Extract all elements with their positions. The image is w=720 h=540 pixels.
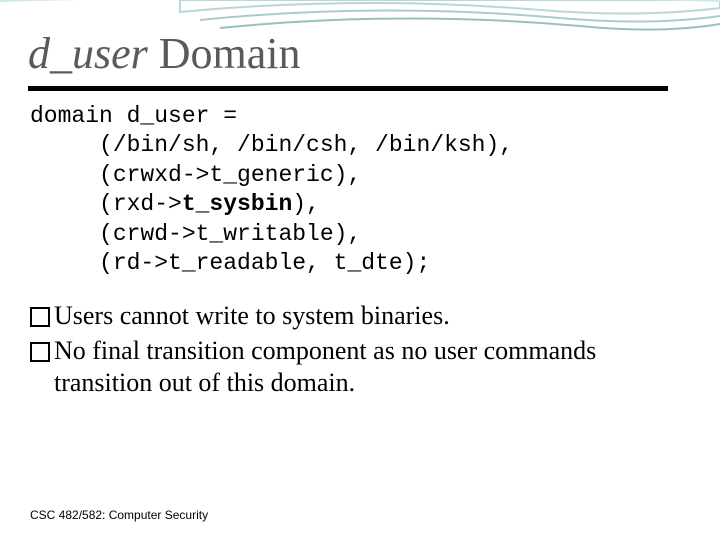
code-line-4-bold: t_sysbin	[182, 191, 292, 217]
title-italic: d_user	[28, 29, 148, 78]
code-line-4b: ),	[292, 191, 320, 217]
bullet-item: Users cannot write to system binaries.	[30, 300, 670, 333]
bullet-box-icon	[30, 342, 50, 362]
bullet-list: Users cannot write to system binaries. N…	[30, 300, 670, 402]
code-line-2: (/bin/sh, /bin/csh, /bin/ksh),	[30, 132, 513, 158]
code-line-1: domain d_user =	[30, 103, 237, 129]
slide-title: d_user Domain	[28, 28, 301, 79]
code-line-3: (crwxd->t_generic),	[30, 162, 361, 188]
bullet-box-icon	[30, 307, 50, 327]
code-line-6: (rd->t_readable, t_dte);	[30, 250, 430, 276]
code-line-4a: (rxd->	[30, 191, 182, 217]
bullet-text: No final transition component as no user…	[54, 335, 670, 400]
title-underline	[28, 86, 668, 91]
bullet-text: Users cannot write to system binaries.	[54, 300, 670, 333]
code-block: domain d_user = (/bin/sh, /bin/csh, /bin…	[30, 102, 513, 279]
code-line-5: (crwd->t_writable),	[30, 221, 361, 247]
footer-text: CSC 482/582: Computer Security	[30, 508, 208, 522]
bullet-item: No final transition component as no user…	[30, 335, 670, 400]
title-plain: Domain	[148, 29, 301, 78]
